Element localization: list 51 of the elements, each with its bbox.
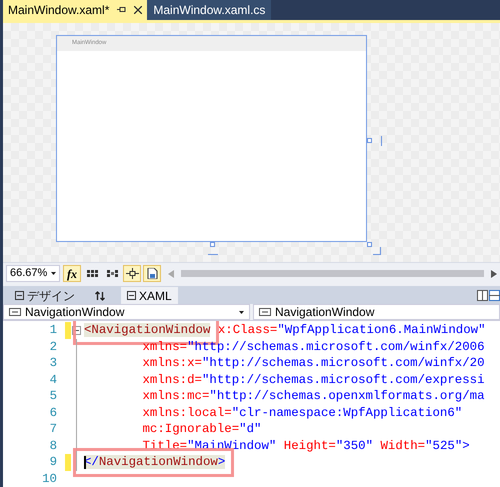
function-button[interactable]: fx: [63, 265, 81, 282]
element-selector[interactable]: NavigationWindow: [3, 304, 250, 320]
grid-icon: [106, 268, 118, 280]
code-line: xmlns:local="clr-namespace:WpfApplication6": [142, 406, 462, 420]
pin-icon[interactable]: [117, 6, 126, 14]
toolbar-button[interactable]: [143, 265, 161, 282]
split-vertical-icon[interactable]: [477, 290, 488, 302]
line-number: 2: [48, 338, 58, 356]
line-number: 3: [48, 355, 58, 372]
code-line: Title="MainWindow" Height="350" Width="525">: [142, 438, 470, 453]
line-number: 5: [48, 388, 58, 405]
view-icon: [127, 291, 136, 300]
view-tab[interactable]: XAML: [121, 287, 178, 304]
document-icon: [146, 268, 158, 280]
line-number: 6: [48, 404, 58, 422]
scrollbar[interactable]: [181, 270, 484, 278]
crosshair-icon: [126, 268, 138, 280]
element-icon: [259, 308, 271, 316]
line-number: 9: [48, 454, 58, 471]
caret-icon: [239, 310, 244, 314]
toolbar-button[interactable]: [123, 265, 141, 282]
grid-icon: [86, 268, 98, 280]
element-selector[interactable]: NavigationWindow: [253, 304, 500, 320]
swap-icon[interactable]: [95, 290, 105, 301]
code-line: mc:Ignorable="d": [142, 422, 262, 436]
code-line: <NavigationWindow x:Class="WpfApplication6.MainWindow": [84, 323, 486, 338]
code-line: xmlns:d="http://schemas.microsoft.com/expressi: [142, 372, 485, 387]
resize-handle[interactable]: [367, 242, 372, 247]
scroll-right-icon[interactable]: [491, 270, 497, 278]
zoom-dropdown[interactable]: 66.67%: [6, 265, 60, 282]
line-number: 8: [48, 438, 58, 454]
code-line: xmlns:x="http://schemas.microsoft.com/winfx/20: [142, 356, 485, 370]
view-icon: [15, 291, 24, 300]
view-tab[interactable]: デザイン: [11, 287, 79, 304]
split-horizontal-icon[interactable]: [489, 290, 500, 302]
element-icon: [9, 308, 21, 316]
corner-mark: [373, 246, 381, 255]
caret-icon: [51, 272, 56, 276]
resize-handle[interactable]: [367, 138, 372, 143]
code-line: xmlns:mc="http://schemas.openxmlformats.org/ma: [142, 389, 485, 404]
ruler-mark: [208, 254, 218, 255]
line-number: 4: [48, 372, 58, 388]
line-number: 1: [48, 322, 58, 339]
line-number: 10: [41, 470, 58, 487]
ruler-mark: [381, 136, 382, 146]
code-line: xmlns="http://schemas.microsoft.com/winfx/2006: [142, 340, 485, 354]
line-number: 7: [48, 421, 58, 438]
document-tab[interactable]: MainWindow.xaml*: [3, 0, 148, 20]
document-tab[interactable]: MainWindow.xaml.cs: [147, 0, 272, 20]
resize-handle[interactable]: [210, 242, 215, 247]
close-icon[interactable]: [134, 6, 142, 14]
